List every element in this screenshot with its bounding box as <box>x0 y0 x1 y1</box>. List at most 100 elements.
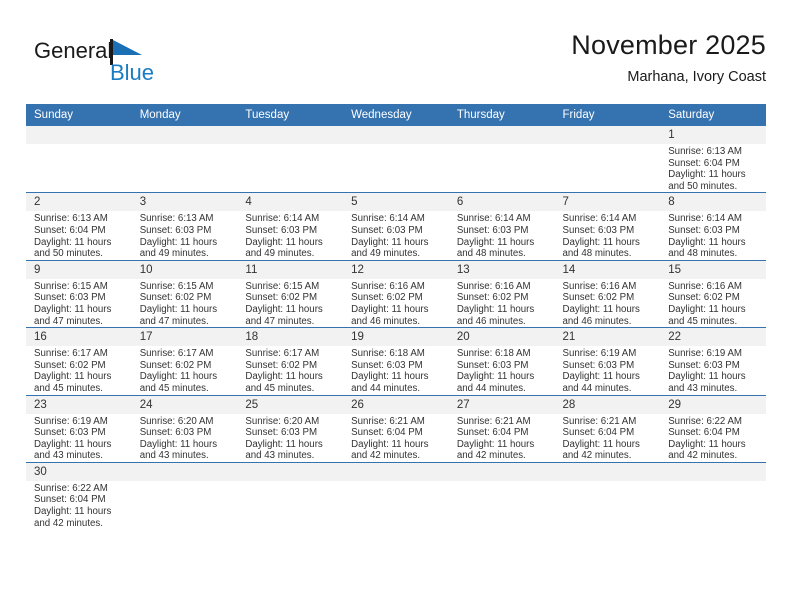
day-number: 30 <box>26 462 132 481</box>
calendar-day-cell[interactable]: 11 Sunrise: 6:15 AM Sunset: 6:02 PM Dayligh… <box>237 259 344 328</box>
daylight-text: Daylight: 11 hours <box>562 303 640 315</box>
daylight-text: and 47 minutes. <box>139 315 209 327</box>
calendar-week-row: 1 Sunrise: 6:13 AM Sunset: 6:04 PM Daylight… <box>26 126 766 193</box>
calendar-day-cell[interactable]: 17 Sunrise: 6:17 AM Sunset: 6:02 PM Dayligh… <box>131 327 238 395</box>
sunrise-text: Sunrise: 6:14 AM <box>562 213 637 225</box>
daylight-text: Daylight: 11 hours <box>245 303 323 315</box>
day-number: 20 <box>448 328 555 347</box>
calendar-day-cell[interactable]: 4 Sunrise: 6:14 AM Sunset: 6:03 PM Daylight… <box>237 192 344 261</box>
general-blue-logo[interactable]: General Blue <box>34 36 184 88</box>
calendar-day-cell[interactable]: 20 Sunrise: 6:18 AM Sunset: 6:03 PM Dayligh… <box>448 327 555 395</box>
day-number: 3 <box>131 193 238 212</box>
day-details: Sunrise: 6:16 AM Sunset: 6:02 PM Daylight:… <box>343 279 449 327</box>
calendar-empty-cell <box>237 461 344 530</box>
daylight-text: and 49 minutes. <box>139 248 209 260</box>
calendar-day-cell[interactable]: 21 Sunrise: 6:19 AM Sunset: 6:03 PM Dayligh… <box>554 327 661 395</box>
weekday-header-thursday: Thursday <box>448 104 555 126</box>
day-details: Sunrise: 6:15 AM Sunset: 6:02 PM Daylight:… <box>132 279 238 327</box>
weekday-header-monday: Monday <box>131 104 238 126</box>
calendar-day-cell[interactable]: 27 Sunrise: 6:21 AM Sunset: 6:04 PM Dayligh… <box>448 394 555 463</box>
daylight-text: Daylight: 11 hours <box>668 236 746 248</box>
calendar-day-cell[interactable]: 6 Sunrise: 6:14 AM Sunset: 6:03 PM Daylight… <box>448 192 555 261</box>
calendar-day-cell[interactable]: 29 Sunrise: 6:22 AM Sunset: 6:04 PM Dayligh… <box>660 394 766 463</box>
day-details: Sunrise: 6:22 AM Sunset: 6:04 PM Daylight:… <box>26 481 132 529</box>
weekday-header-sunday: Sunday <box>26 104 132 126</box>
daylight-text: Daylight: 11 hours <box>351 371 429 383</box>
sunset-text: Sunset: 6:04 PM <box>456 427 529 439</box>
sunrise-text: Sunrise: 6:15 AM <box>34 280 108 292</box>
calendar-day-cell[interactable]: 8 Sunrise: 6:14 AM Sunset: 6:03 PM Daylight… <box>660 192 766 261</box>
calendar-day-cell[interactable]: 1 Sunrise: 6:13 AM Sunset: 6:04 PM Daylight… <box>660 126 766 193</box>
daylight-text: Daylight: 11 hours <box>456 303 535 315</box>
daylight-text: Daylight: 11 hours <box>351 236 429 248</box>
daylight-text: and 46 minutes. <box>351 315 421 327</box>
calendar-day-cell[interactable]: 3 Sunrise: 6:13 AM Sunset: 6:03 PM Daylight… <box>131 192 238 261</box>
daylight-text: and 45 minutes. <box>668 315 738 327</box>
calendar-day-cell[interactable]: 5 Sunrise: 6:14 AM Sunset: 6:03 PM Daylight… <box>343 192 449 261</box>
sunrise-text: Sunrise: 6:16 AM <box>562 280 637 292</box>
calendar-day-cell[interactable]: 24 Sunrise: 6:20 AM Sunset: 6:03 PM Dayligh… <box>131 394 238 463</box>
calendar-day-cell[interactable]: 22 Sunrise: 6:19 AM Sunset: 6:03 PM Dayligh… <box>660 327 766 395</box>
calendar-body: 1 Sunrise: 6:13 AM Sunset: 6:04 PM Daylight… <box>26 126 766 530</box>
calendar-empty-cell <box>448 461 555 530</box>
sunset-text: Sunset: 6:03 PM <box>351 224 423 236</box>
calendar-page: General Blue November 2025 Marhana, Ivor… <box>0 0 792 612</box>
calendar-day-cell[interactable]: 2 Sunrise: 6:13 AM Sunset: 6:04 PM Daylight… <box>26 192 132 261</box>
calendar-day-cell[interactable]: 23 Sunrise: 6:19 AM Sunset: 6:03 PM Dayligh… <box>26 394 132 463</box>
day-number <box>26 126 132 144</box>
calendar-empty-cell <box>660 461 766 530</box>
day-number: 10 <box>131 260 238 279</box>
calendar-day-cell[interactable]: 16 Sunrise: 6:17 AM Sunset: 6:02 PM Dayligh… <box>26 327 132 395</box>
sunset-text: Sunset: 6:04 PM <box>668 157 740 169</box>
day-details: Sunrise: 6:19 AM Sunset: 6:03 PM Daylight:… <box>26 414 132 462</box>
calendar-empty-cell <box>131 126 238 193</box>
sunset-text: Sunset: 6:02 PM <box>351 292 423 304</box>
daylight-text: and 42 minutes. <box>351 450 421 462</box>
calendar-day-cell[interactable]: 9 Sunrise: 6:15 AM Sunset: 6:03 PM Daylight… <box>26 259 132 328</box>
day-details: Sunrise: 6:21 AM Sunset: 6:04 PM Daylight:… <box>555 414 661 462</box>
day-number: 21 <box>554 328 661 347</box>
calendar-week-row: 9 Sunrise: 6:15 AM Sunset: 6:03 PM Daylight… <box>26 259 766 328</box>
daylight-text: and 43 minutes. <box>34 450 103 462</box>
calendar-day-cell[interactable]: 26 Sunrise: 6:21 AM Sunset: 6:04 PM Dayligh… <box>343 394 449 463</box>
day-number <box>343 462 449 481</box>
calendar-day-cell[interactable]: 14 Sunrise: 6:16 AM Sunset: 6:02 PM Dayligh… <box>554 259 661 328</box>
calendar-day-cell[interactable]: 10 Sunrise: 6:15 AM Sunset: 6:02 PM Dayligh… <box>131 259 238 328</box>
day-number: 27 <box>448 395 555 414</box>
day-details <box>132 144 238 146</box>
day-details: Sunrise: 6:14 AM Sunset: 6:03 PM Daylight:… <box>660 211 766 259</box>
day-number: 23 <box>26 395 132 414</box>
calendar-day-cell[interactable]: 7 Sunrise: 6:14 AM Sunset: 6:03 PM Daylight… <box>554 192 661 261</box>
day-details: Sunrise: 6:20 AM Sunset: 6:03 PM Daylight:… <box>237 414 343 462</box>
sunset-text: Sunset: 6:03 PM <box>139 427 212 439</box>
sunset-text: Sunset: 6:03 PM <box>456 224 529 236</box>
daylight-text: Daylight: 11 hours <box>351 438 429 450</box>
sunset-text: Sunset: 6:03 PM <box>245 427 318 439</box>
calendar-day-cell[interactable]: 18 Sunrise: 6:17 AM Sunset: 6:02 PM Dayligh… <box>237 327 344 395</box>
sunset-text: Sunset: 6:02 PM <box>456 292 529 304</box>
calendar-empty-cell <box>343 126 449 193</box>
daylight-text: Daylight: 11 hours <box>456 236 535 248</box>
sunset-text: Sunset: 6:04 PM <box>668 427 740 439</box>
sunrise-text: Sunrise: 6:13 AM <box>139 213 214 225</box>
day-number: 12 <box>343 260 449 279</box>
sunset-text: Sunset: 6:03 PM <box>34 427 106 439</box>
blue-flag-triangle-icon <box>113 40 142 55</box>
calendar-day-cell[interactable]: 25 Sunrise: 6:20 AM Sunset: 6:03 PM Dayligh… <box>237 394 344 463</box>
sunrise-text: Sunrise: 6:18 AM <box>351 348 425 360</box>
calendar-day-cell[interactable]: 12 Sunrise: 6:16 AM Sunset: 6:02 PM Dayligh… <box>343 259 449 328</box>
sunrise-text: Sunrise: 6:21 AM <box>351 415 425 427</box>
day-number <box>343 126 449 144</box>
calendar-day-cell[interactable]: 30 Sunrise: 6:22 AM Sunset: 6:04 PM Dayligh… <box>26 461 132 530</box>
calendar-week-row: 16 Sunrise: 6:17 AM Sunset: 6:02 PM Dayligh… <box>26 327 766 395</box>
day-number <box>448 126 555 144</box>
daylight-text: Daylight: 11 hours <box>456 438 535 450</box>
day-number <box>448 462 555 481</box>
calendar-day-cell[interactable]: 28 Sunrise: 6:21 AM Sunset: 6:04 PM Dayligh… <box>554 394 661 463</box>
calendar-day-cell[interactable]: 19 Sunrise: 6:18 AM Sunset: 6:03 PM Dayligh… <box>343 327 449 395</box>
day-number: 5 <box>343 193 449 212</box>
daylight-text: and 48 minutes. <box>562 248 632 260</box>
calendar-day-cell[interactable]: 13 Sunrise: 6:16 AM Sunset: 6:02 PM Dayligh… <box>448 259 555 328</box>
calendar-day-cell[interactable]: 15 Sunrise: 6:16 AM Sunset: 6:02 PM Dayligh… <box>660 259 766 328</box>
day-details: Sunrise: 6:18 AM Sunset: 6:03 PM Daylight:… <box>343 346 449 394</box>
